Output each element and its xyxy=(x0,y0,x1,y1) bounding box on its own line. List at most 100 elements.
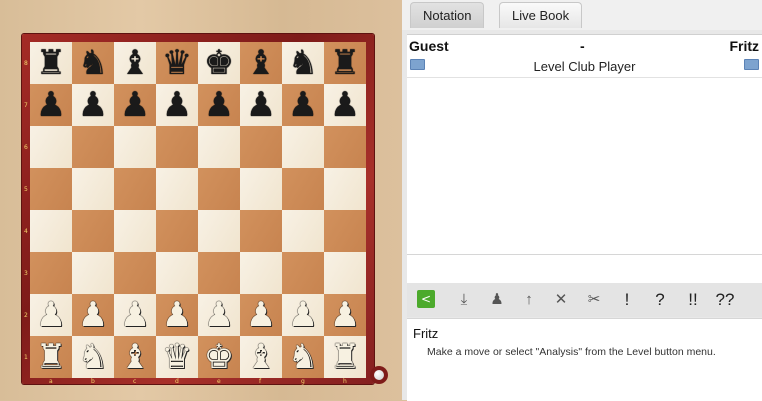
file-label: e xyxy=(217,378,221,385)
delete-move-icon[interactable]: ✕ xyxy=(549,288,573,312)
square-b3[interactable] xyxy=(72,252,114,294)
file-label: a xyxy=(49,378,53,385)
square-f6[interactable] xyxy=(240,126,282,168)
tab-live-book[interactable]: Live Book xyxy=(499,2,583,28)
square-h4[interactable] xyxy=(324,210,366,252)
file-label: f xyxy=(259,378,262,385)
board-flip-knob[interactable] xyxy=(370,366,388,384)
rank-label: 2 xyxy=(24,312,28,319)
square-e6[interactable] xyxy=(198,126,240,168)
rank-label: 3 xyxy=(24,270,28,277)
file-label: b xyxy=(91,378,95,385)
chess-board[interactable]: ♜ ♞ ♝ ♛ ♚ ♝ ♞ ♜ ♟ ♟ ♟ ♟ ♟ ♟ ♟ ♟ ♟ ♟ ♟ ♟ ♟ ♟ ♟ ♟ ♜ ♞ ♝ ♛ ♚ ♝ ♞ ♜ 8 7 6 5 4 3 2 1… xyxy=(24,42,366,385)
square-b4[interactable] xyxy=(72,210,114,252)
black-pawn-icon[interactable]: ♟ xyxy=(240,84,282,126)
black-pawn-icon[interactable]: ♟ xyxy=(198,84,240,126)
white-rook-icon[interactable]: ♜ xyxy=(30,336,72,378)
square-g6[interactable] xyxy=(282,126,324,168)
black-pawn-icon[interactable]: ♟ xyxy=(282,84,324,126)
notation-input-area xyxy=(407,254,762,283)
square-d3[interactable] xyxy=(156,252,198,294)
notation-pane[interactable]: Guest - Fritz Level Club Player xyxy=(407,34,762,255)
black-pawn-icon[interactable]: ♟ xyxy=(30,84,72,126)
share-icon[interactable]: < xyxy=(417,290,435,308)
square-h5[interactable] xyxy=(324,168,366,210)
cut-icon[interactable]: ✂ xyxy=(582,288,606,312)
file-label: d xyxy=(175,378,179,385)
black-player-name: Fritz xyxy=(729,38,759,54)
white-rook-icon[interactable]: ♜ xyxy=(324,336,366,378)
white-pawn-icon[interactable]: ♟ xyxy=(282,294,324,336)
square-c6[interactable] xyxy=(114,126,156,168)
black-knight-icon[interactable]: ♞ xyxy=(72,42,114,84)
black-pawn-icon[interactable]: ♟ xyxy=(114,84,156,126)
black-pawn-icon[interactable]: ♟ xyxy=(324,84,366,126)
white-player-name: Guest xyxy=(409,38,449,54)
side-panel: Notation Live Book Guest - Fritz Level C… xyxy=(402,0,762,401)
white-pawn-icon[interactable]: ♟ xyxy=(114,294,156,336)
engine-message: Make a move or select "Analysis" from th… xyxy=(427,346,716,358)
rank-label: 5 xyxy=(24,186,28,193)
square-e5[interactable] xyxy=(198,168,240,210)
rank-label: 6 xyxy=(24,144,28,151)
white-bishop-icon[interactable]: ♝ xyxy=(114,336,156,378)
square-f4[interactable] xyxy=(240,210,282,252)
white-pawn-icon[interactable]: ♟ xyxy=(30,294,72,336)
rank-label: 4 xyxy=(24,228,28,235)
black-pawn-icon[interactable]: ♟ xyxy=(72,84,114,126)
white-pawn-icon[interactable]: ♟ xyxy=(198,294,240,336)
square-g3[interactable] xyxy=(282,252,324,294)
black-rook-icon[interactable]: ♜ xyxy=(324,42,366,84)
square-c3[interactable] xyxy=(114,252,156,294)
move-up-icon[interactable]: ↑ xyxy=(517,288,541,312)
square-h6[interactable] xyxy=(324,126,366,168)
annotation-mistake-button[interactable]: ? xyxy=(648,288,672,312)
white-pawn-icon[interactable]: ♟ xyxy=(240,294,282,336)
square-f5[interactable] xyxy=(240,168,282,210)
square-h3[interactable] xyxy=(324,252,366,294)
white-king-icon[interactable]: ♚ xyxy=(198,336,240,378)
tab-notation[interactable]: Notation xyxy=(410,2,485,28)
annotation-blunder-button[interactable]: ?? xyxy=(713,288,737,312)
square-a4[interactable] xyxy=(30,210,72,252)
white-knight-icon[interactable]: ♞ xyxy=(282,336,324,378)
black-bishop-icon[interactable]: ♝ xyxy=(240,42,282,84)
square-a6[interactable] xyxy=(30,126,72,168)
rank-label: 8 xyxy=(24,60,28,67)
download-icon[interactable]: ⤓ xyxy=(452,288,476,312)
annotation-brilliant-button[interactable]: !! xyxy=(681,288,705,312)
square-a3[interactable] xyxy=(30,252,72,294)
square-c5[interactable] xyxy=(114,168,156,210)
square-b5[interactable] xyxy=(72,168,114,210)
square-e3[interactable] xyxy=(198,252,240,294)
file-label: g xyxy=(301,378,305,385)
black-king-icon[interactable]: ♚ xyxy=(198,42,240,84)
annotation-good-button[interactable]: ! xyxy=(615,288,639,312)
black-rook-icon[interactable]: ♜ xyxy=(30,42,72,84)
white-bishop-icon[interactable]: ♝ xyxy=(240,336,282,378)
game-header: Guest - Fritz Level Club Player xyxy=(407,35,762,78)
promote-variation-icon[interactable]: ♟ xyxy=(485,288,509,312)
black-pawn-icon[interactable]: ♟ xyxy=(156,84,198,126)
black-knight-icon[interactable]: ♞ xyxy=(282,42,324,84)
white-queen-icon[interactable]: ♛ xyxy=(156,336,198,378)
white-knight-icon[interactable]: ♞ xyxy=(72,336,114,378)
board-panel: ♜ ♞ ♝ ♛ ♚ ♝ ♞ ♜ ♟ ♟ ♟ ♟ ♟ ♟ ♟ ♟ ♟ ♟ ♟ ♟ ♟ ♟ ♟ ♟ ♜ ♞ ♝ ♛ ♚ ♝ ♞ ♜ 8 7 6 5 4 3 2 1… xyxy=(0,0,402,400)
level-label: Level Club Player xyxy=(533,59,636,74)
square-f3[interactable] xyxy=(240,252,282,294)
square-g5[interactable] xyxy=(282,168,324,210)
square-a5[interactable] xyxy=(30,168,72,210)
square-d6[interactable] xyxy=(156,126,198,168)
white-pawn-icon[interactable]: ♟ xyxy=(72,294,114,336)
square-g4[interactable] xyxy=(282,210,324,252)
square-b6[interactable] xyxy=(72,126,114,168)
engine-pane: Fritz Make a move or select "Analysis" f… xyxy=(407,318,762,401)
square-e4[interactable] xyxy=(198,210,240,252)
square-d4[interactable] xyxy=(156,210,198,252)
white-pawn-icon[interactable]: ♟ xyxy=(324,294,366,336)
black-queen-icon[interactable]: ♛ xyxy=(156,42,198,84)
black-bishop-icon[interactable]: ♝ xyxy=(114,42,156,84)
square-c4[interactable] xyxy=(114,210,156,252)
white-pawn-icon[interactable]: ♟ xyxy=(156,294,198,336)
square-d5[interactable] xyxy=(156,168,198,210)
